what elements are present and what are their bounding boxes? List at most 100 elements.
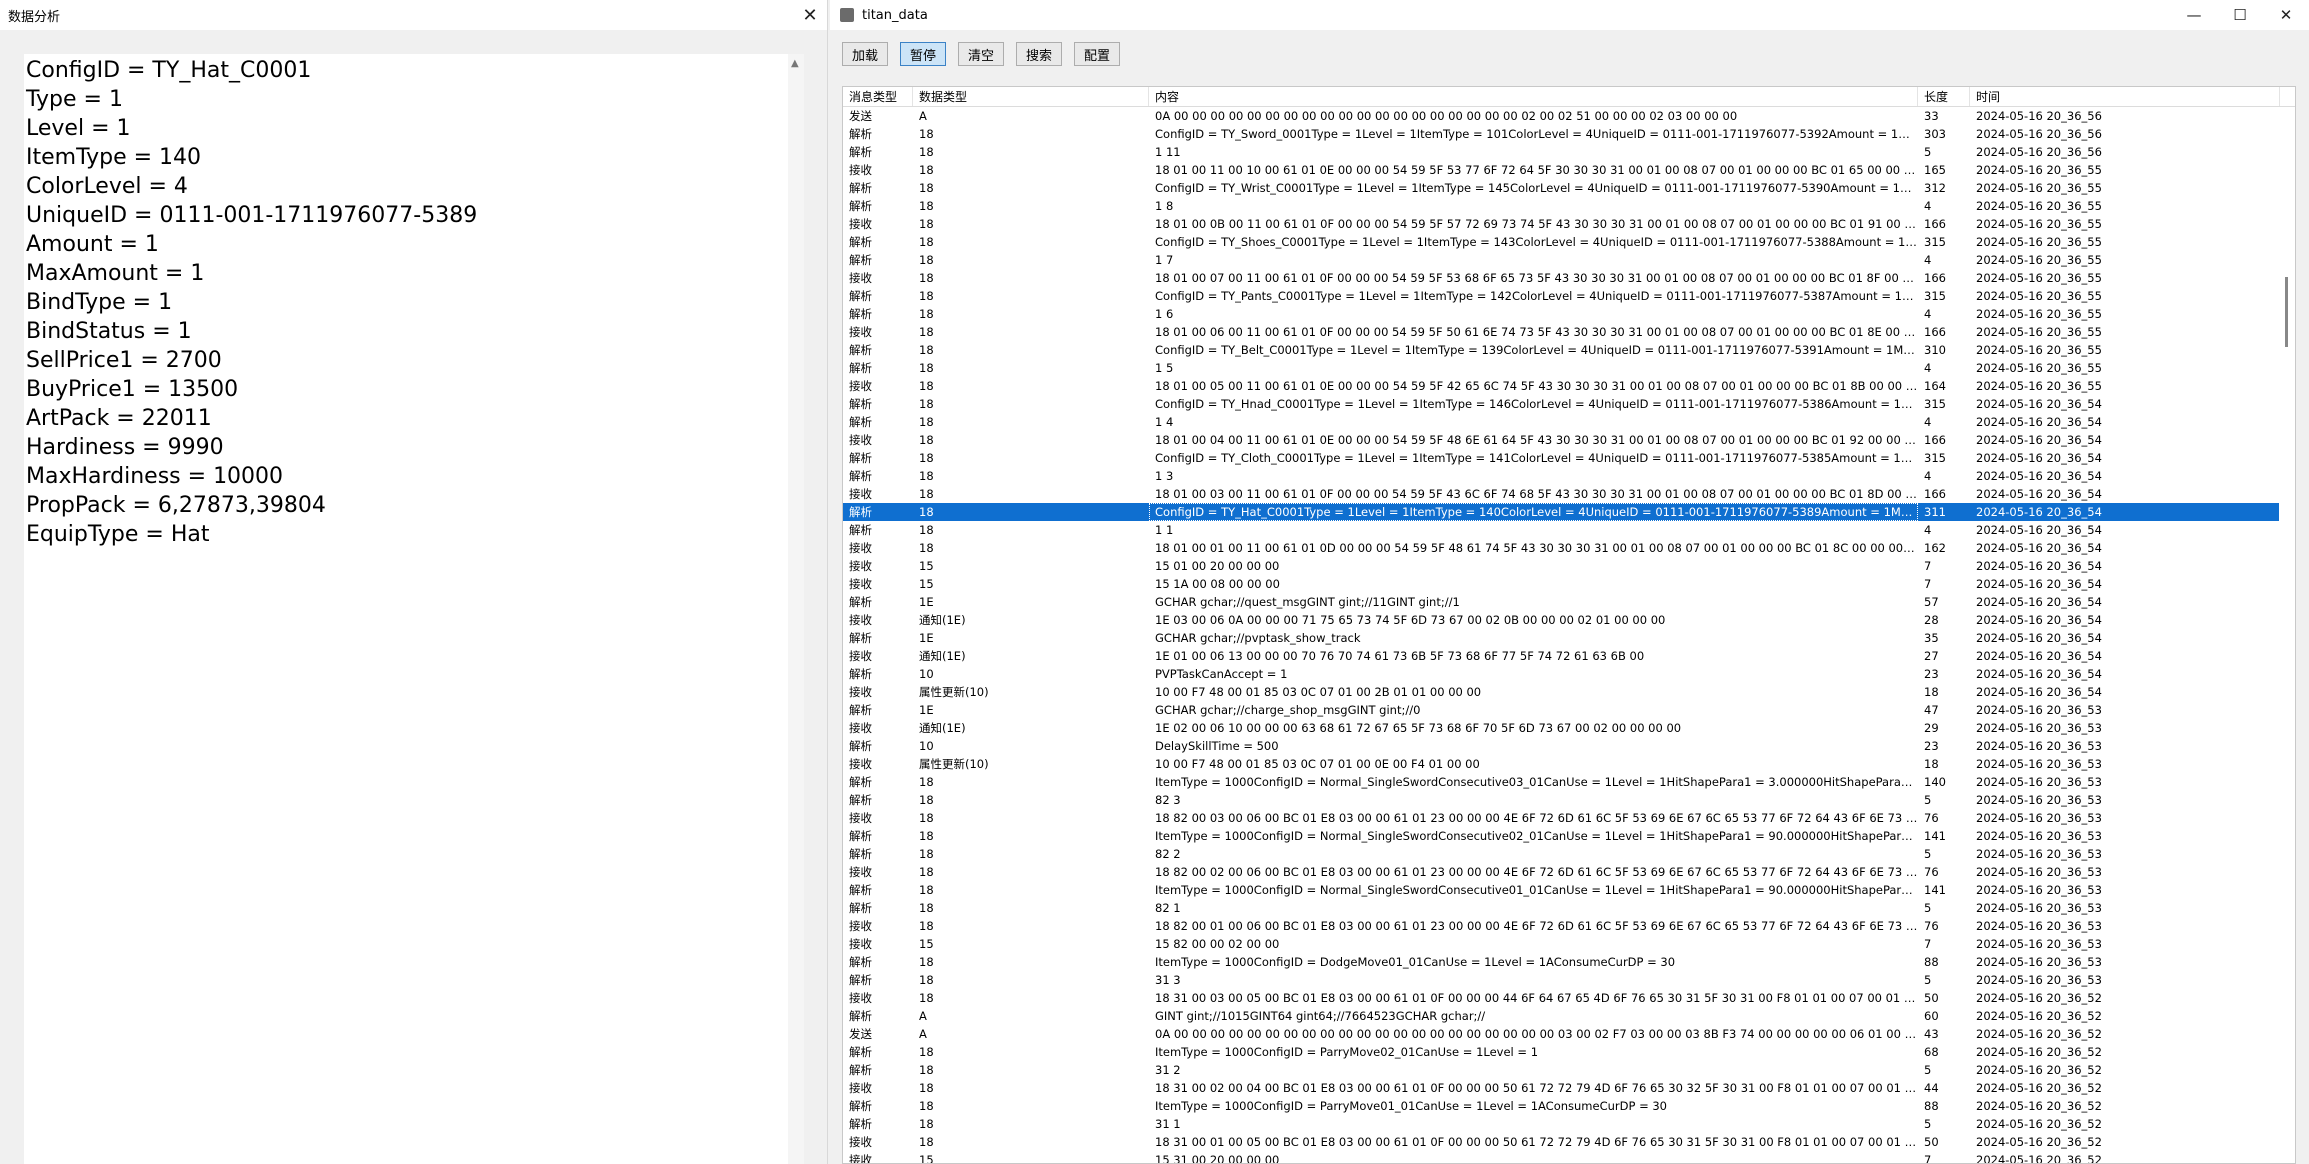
table-row[interactable]: 接收 15 15 01 00 20 00 00 00 7 2024-05-16 20_3… [843, 557, 2295, 575]
table-row[interactable]: 解析 18 ConfigID = TY_Pants_C0001Type = 1Lev… [843, 287, 2295, 305]
table-row[interactable]: 接收 18 18 82 00 01 00 06 00 BC 01 E8 03 00 … [843, 917, 2295, 935]
table-row[interactable]: 接收 属性更新(10) 10 00 F7 48 00 01 85 03 0C 07 … [843, 683, 2295, 701]
column-header-message-type[interactable]: 消息类型 [843, 87, 913, 106]
table-row[interactable]: 接收 18 18 01 00 11 00 10 00 61 01 0E 00 00 … [843, 161, 2295, 179]
table-row[interactable]: 解析 10 PVPTaskCanAccept = 1 23 2024-05-16 20_… [843, 665, 2295, 683]
table-row[interactable]: 发送 A 0A 00 00 00 00 00 00 00 00 00 00 00 0… [843, 1025, 2295, 1043]
cell-content: 1 4 [1155, 415, 1174, 429]
table-row[interactable]: 接收 18 18 82 00 03 00 06 00 BC 01 E8 03 00 … [843, 809, 2295, 827]
clear-button[interactable]: 清空 [958, 42, 1004, 66]
table-row[interactable]: 接收 18 18 31 00 02 00 04 00 BC 01 E8 03 00 … [843, 1079, 2295, 1097]
table-row[interactable]: 解析 18 31 3 5 2024-05-16 20_36_53 [843, 971, 2295, 989]
cell-time: 2024-05-16 20_36_55 [1976, 235, 2102, 249]
table-row[interactable]: 接收 通知(1E) 1E 03 00 06 0A 00 00 00 71 75 65… [843, 611, 2295, 629]
cell-data-type: 18 [919, 991, 934, 1005]
analysis-text-area[interactable]: ConfigID = TY_Hat_C0001 Type = 1 Level = 1… [24, 54, 804, 1164]
cell-message-type: 接收 [849, 1153, 872, 1164]
cell-content: 1 1 [1155, 523, 1174, 537]
table-row[interactable]: 解析 18 ConfigID = TY_Cloth_C0001Type = 1Lev… [843, 449, 2295, 467]
table-row[interactable]: 解析 18 1 7 4 2024-05-16 20_36_55 [843, 251, 2295, 269]
table-row[interactable]: 解析 18 1 4 4 2024-05-16 20_36_54 [843, 413, 2295, 431]
table-row[interactable]: 解析 10 DelaySkillTime = 500 23 2024-05-16 20_… [843, 737, 2295, 755]
cell-data-type: 18 [919, 1099, 934, 1113]
cell-message-type: 解析 [849, 127, 872, 141]
table-row[interactable]: 解析 18 ItemType = 1000ConfigID = Normal_Sin… [843, 773, 2295, 791]
table-row[interactable]: 接收 18 18 01 00 04 00 11 00 61 01 0E 00 00 … [843, 431, 2295, 449]
maximize-icon[interactable]: ☐ [2217, 0, 2263, 30]
table-row[interactable]: 解析 18 ConfigID = TY_Shoes_C0001Type = 1Lev… [843, 233, 2295, 251]
table-row[interactable]: 解析 18 82 1 5 2024-05-16 20_36_53 [843, 899, 2295, 917]
search-button[interactable]: 搜索 [1016, 42, 1062, 66]
table-row[interactable]: 解析 18 1 11 5 2024-05-16 20_36_56 [843, 143, 2295, 161]
table-row[interactable]: 解析 18 ConfigID = TY_Sword_0001Type = 1Leve… [843, 125, 2295, 143]
table-row[interactable]: 解析 18 82 3 5 2024-05-16 20_36_53 [843, 791, 2295, 809]
table-row[interactable]: 解析 18 ConfigID = TY_Wrist_C0001Type = 1Lev… [843, 179, 2295, 197]
cell-content: 18 31 00 02 00 04 00 BC 01 E8 03 00 00 6… [1155, 1081, 1918, 1095]
config-button[interactable]: 配置 [1074, 42, 1120, 66]
column-header-data-type[interactable]: 数据类型 [913, 87, 1149, 106]
table-row[interactable]: 解析 18 82 2 5 2024-05-16 20_36_53 [843, 845, 2295, 863]
table-row[interactable]: 接收 18 18 31 00 03 00 05 00 BC 01 E8 03 00 … [843, 989, 2295, 1007]
table-row[interactable]: 接收 18 18 31 00 01 00 05 00 BC 01 E8 03 00 … [843, 1133, 2295, 1151]
cell-content: GCHAR gchar;//quest_msgGINT gint;//11GIN… [1155, 595, 1460, 609]
cell-data-type: 属性更新(10) [919, 757, 989, 771]
scrollbar-thumb[interactable] [2285, 277, 2288, 347]
table-row[interactable]: 解析 1E GCHAR gchar;//charge_shop_msgGINT gi… [843, 701, 2295, 719]
table-row[interactable]: 解析 18 1 6 4 2024-05-16 20_36_55 [843, 305, 2295, 323]
table-row[interactable]: 解析 18 ItemType = 1000ConfigID = Normal_Sin… [843, 881, 2295, 899]
pause-button[interactable]: 暂停 [900, 42, 946, 66]
column-header-time[interactable]: 时间 [1970, 87, 2280, 106]
table-row[interactable]: 解析 18 1 8 4 2024-05-16 20_36_55 [843, 197, 2295, 215]
table-row[interactable]: 解析 18 31 1 5 2024-05-16 20_36_52 [843, 1115, 2295, 1133]
cell-message-type: 解析 [849, 1117, 872, 1131]
table-row[interactable]: 解析 1E GCHAR gchar;//quest_msgGINT gint;//1… [843, 593, 2295, 611]
column-header-content[interactable]: 内容 [1149, 87, 1918, 106]
column-header-length[interactable]: 长度 [1918, 87, 1970, 106]
table-row[interactable]: 解析 18 ConfigID = TY_Belt_C0001Type = 1Leve… [843, 341, 2295, 359]
table-row[interactable]: 接收 18 18 01 00 01 00 11 00 61 01 0D 00 00 … [843, 539, 2295, 557]
table-row[interactable]: 接收 18 18 82 00 02 00 06 00 BC 01 E8 03 00 … [843, 863, 2295, 881]
table-row[interactable]: 解析 18 ConfigID = TY_Hnad_C0001Type = 1Leve… [843, 395, 2295, 413]
cell-time: 2024-05-16 20_36_52 [1976, 1027, 2102, 1041]
table-row[interactable]: 解析 A GINT gint;//1015GINT64 gint64;//76645… [843, 1007, 2295, 1025]
table-row[interactable]: 接收 15 15 1A 00 08 00 00 00 7 2024-05-16 20_3… [843, 575, 2295, 593]
table-row[interactable]: 接收 18 18 01 00 07 00 11 00 61 01 0F 00 00 … [843, 269, 2295, 287]
table-row[interactable]: 接收 18 18 01 00 0B 00 11 00 61 01 0F 00 00 … [843, 215, 2295, 233]
analysis-line: BindStatus = 1 [26, 319, 192, 344]
cell-data-type: 通知(1E) [919, 613, 966, 627]
grid-scrollbar[interactable] [2279, 107, 2295, 1163]
table-row[interactable]: 解析 1E GCHAR gchar;//pvptask_show_track 35 20… [843, 629, 2295, 647]
table-row[interactable]: 接收 18 18 01 00 03 00 11 00 61 01 0F 00 00 … [843, 485, 2295, 503]
cell-time: 2024-05-16 20_36_54 [1976, 487, 2102, 501]
table-row[interactable]: 解析 18 1 5 4 2024-05-16 20_36_55 [843, 359, 2295, 377]
cell-time: 2024-05-16 20_36_53 [1976, 811, 2102, 825]
cell-message-type: 接收 [849, 937, 872, 951]
table-row[interactable]: 解析 18 ItemType = 1000ConfigID = DodgeMove0… [843, 953, 2295, 971]
table-row[interactable]: 解析 18 ItemType = 1000ConfigID = ParryMove0… [843, 1097, 2295, 1115]
cell-content: 31 2 [1155, 1063, 1181, 1077]
table-row[interactable]: 接收 15 15 82 00 00 02 00 00 7 2024-05-16 20_3… [843, 935, 2295, 953]
table-row[interactable]: 接收 15 15 31 00 20 00 00 00 7 2024-05-16 20_3… [843, 1151, 2295, 1164]
cell-message-type: 发送 [849, 1027, 872, 1041]
close-icon[interactable]: ✕ [793, 0, 827, 30]
analysis-scrollbar[interactable]: ▲ [788, 54, 804, 1164]
cell-time: 2024-05-16 20_36_53 [1976, 829, 2102, 843]
table-row[interactable]: 解析 18 1 3 4 2024-05-16 20_36_54 [843, 467, 2295, 485]
table-row[interactable]: 解析 18 31 2 5 2024-05-16 20_36_52 [843, 1061, 2295, 1079]
table-row[interactable]: 接收 18 18 01 00 06 00 11 00 61 01 0F 00 00 … [843, 323, 2295, 341]
message-grid[interactable]: 消息类型 数据类型 内容 长度 时间 发送 A 0A 00 00 00 00 00 … [842, 86, 2296, 1164]
table-row-selected[interactable]: 解析 18 ConfigID = TY_Hat_C0001Type = 1Level… [843, 503, 2295, 521]
close-icon[interactable]: ✕ [2263, 0, 2309, 30]
load-button[interactable]: 加载 [842, 42, 888, 66]
table-row[interactable]: 接收 通知(1E) 1E 01 00 06 13 00 00 00 70 76 70… [843, 647, 2295, 665]
table-row[interactable]: 发送 A 0A 00 00 00 00 00 00 00 00 00 00 00 0… [843, 107, 2295, 125]
table-row[interactable]: 接收 18 18 01 00 05 00 11 00 61 01 0E 00 00 … [843, 377, 2295, 395]
table-row[interactable]: 解析 18 1 1 4 2024-05-16 20_36_54 [843, 521, 2295, 539]
table-row[interactable]: 接收 通知(1E) 1E 02 00 06 10 00 00 00 63 68 61… [843, 719, 2295, 737]
table-row[interactable]: 接收 属性更新(10) 10 00 F7 48 00 01 85 03 0C 07 … [843, 755, 2295, 773]
scroll-up-icon[interactable]: ▲ [791, 58, 799, 69]
minimize-icon[interactable]: — [2171, 0, 2217, 30]
cell-time: 2024-05-16 20_36_53 [1976, 793, 2102, 807]
table-row[interactable]: 解析 18 ItemType = 1000ConfigID = ParryMove0… [843, 1043, 2295, 1061]
table-row[interactable]: 解析 18 ItemType = 1000ConfigID = Normal_Sin… [843, 827, 2295, 845]
